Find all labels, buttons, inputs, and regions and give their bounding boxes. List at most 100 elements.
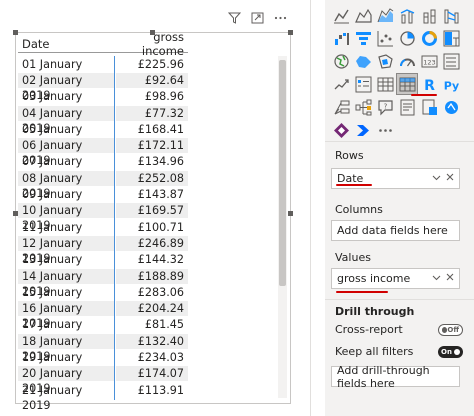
funnel-chart-icon[interactable] bbox=[352, 27, 374, 49]
table-row[interactable]: 20 January 2019 £174.07 bbox=[18, 366, 188, 395]
cross-report-row: Cross-report Off bbox=[335, 323, 463, 336]
treemap-icon[interactable] bbox=[440, 27, 462, 49]
waterfall-chart-icon[interactable] bbox=[330, 27, 352, 49]
table-row[interactable]: 14 January 2019 £188.89 bbox=[18, 268, 188, 298]
donut-chart-icon[interactable] bbox=[418, 27, 440, 49]
cell-gross-income: £113.91 bbox=[137, 383, 184, 397]
cell-gross-income: £172.11 bbox=[116, 138, 188, 154]
cell-gross-income: £174.07 bbox=[116, 366, 188, 382]
table-row[interactable]: 01 January 2019 £225.96 bbox=[18, 56, 188, 86]
cell-gross-income: £225.96 bbox=[137, 57, 184, 71]
cell-gross-income: £168.41 bbox=[137, 122, 184, 136]
line-chart-icon[interactable] bbox=[330, 4, 352, 26]
cell-date: 10 January 2019 bbox=[18, 203, 114, 232]
table-row[interactable]: 08 January 2019 £252.08 bbox=[18, 170, 188, 200]
table-row[interactable]: 04 January 2019 £77.32 bbox=[18, 105, 188, 135]
slicer-icon[interactable] bbox=[352, 73, 374, 95]
qa-icon[interactable]: ? bbox=[374, 96, 396, 118]
table-icon[interactable] bbox=[374, 73, 396, 95]
table-row[interactable]: 06 January 2019 £172.11 bbox=[18, 137, 188, 167]
more-visuals-icon[interactable] bbox=[374, 119, 396, 141]
table-row[interactable]: 15 January 2019 £283.06 bbox=[18, 284, 188, 314]
remove-field-icon[interactable] bbox=[446, 273, 454, 284]
table-row[interactable]: 19 January 2019 £234.03 bbox=[18, 349, 188, 379]
svg-text:Py: Py bbox=[443, 79, 458, 92]
columns-label: Columns bbox=[335, 203, 383, 216]
values-label: Values bbox=[335, 251, 371, 264]
cell-gross-income: £283.06 bbox=[137, 285, 184, 299]
visualization-gallery: 123 R Py? bbox=[330, 4, 462, 141]
cell-date: 04 January 2019 bbox=[18, 105, 114, 135]
table-row[interactable]: 07 January 2019 £134.96 bbox=[18, 154, 188, 183]
filled-map-icon[interactable] bbox=[352, 50, 374, 72]
paginated-report-icon[interactable] bbox=[418, 96, 440, 118]
cell-date: 05 January 2019 bbox=[22, 122, 83, 151]
table-row[interactable]: 21 January 2019 £113.91 bbox=[18, 382, 188, 412]
decomposition-tree-icon[interactable] bbox=[352, 96, 374, 118]
multi-row-card-icon[interactable] bbox=[440, 50, 462, 72]
pie-chart-icon[interactable] bbox=[396, 27, 418, 49]
columns-field-well[interactable]: Add data fields here bbox=[331, 220, 460, 241]
card-icon[interactable]: 123 bbox=[418, 50, 440, 72]
cell-date: 01 January 2019 bbox=[22, 57, 83, 86]
remove-field-icon[interactable] bbox=[446, 173, 454, 184]
matrix-icon[interactable] bbox=[396, 73, 418, 95]
column-divider bbox=[114, 56, 115, 400]
drill-through-label: Drill through bbox=[335, 305, 415, 318]
scatter-chart-icon[interactable] bbox=[374, 27, 396, 49]
filter-icon[interactable] bbox=[227, 11, 242, 25]
table-row[interactable]: 17 January 2019 £81.45 bbox=[18, 317, 188, 346]
line-clustered-column-icon[interactable] bbox=[396, 4, 418, 26]
cell-date: 08 January 2019 bbox=[18, 170, 114, 200]
more-options-icon[interactable] bbox=[273, 11, 288, 25]
scrollbar-thumb[interactable] bbox=[279, 60, 286, 286]
narrative-icon[interactable] bbox=[396, 96, 418, 118]
ribbon-chart-icon[interactable] bbox=[440, 4, 462, 26]
section-divider bbox=[325, 299, 474, 300]
r-visual-icon[interactable]: R bbox=[418, 73, 440, 95]
cell-gross-income: £246.89 bbox=[116, 235, 188, 251]
gauge-icon[interactable] bbox=[396, 50, 418, 72]
arcgis-icon[interactable] bbox=[440, 96, 462, 118]
table-row[interactable]: 09 January 2019 £143.87 bbox=[18, 186, 188, 216]
resize-handle[interactable] bbox=[288, 30, 293, 35]
table-row[interactable]: 13 January 2019 £144.32 bbox=[18, 252, 188, 281]
table-row[interactable]: 05 January 2019 £168.41 bbox=[18, 121, 188, 151]
power-apps-icon[interactable] bbox=[330, 119, 352, 141]
power-automate-icon[interactable] bbox=[352, 119, 374, 141]
drill-through-placeholder: Add drill-through fields here bbox=[337, 363, 430, 390]
shape-map-icon[interactable] bbox=[374, 50, 396, 72]
report-canvas: Date gross income 01 January 2019 £225.96… bbox=[0, 0, 298, 416]
table-row[interactable]: 16 January 2019 £204.24 bbox=[18, 300, 188, 330]
stacked-area-chart-icon[interactable] bbox=[374, 4, 396, 26]
chevron-down-icon[interactable] bbox=[432, 273, 441, 284]
table-row[interactable]: 10 January 2019 £169.57 bbox=[18, 203, 188, 232]
column-header-date[interactable]: Date bbox=[18, 37, 114, 51]
keep-filters-toggle[interactable]: On bbox=[438, 345, 463, 358]
area-chart-icon[interactable] bbox=[352, 4, 374, 26]
kpi-icon[interactable] bbox=[330, 73, 352, 95]
chevron-down-icon[interactable] bbox=[432, 173, 441, 184]
resize-handle[interactable] bbox=[288, 211, 293, 216]
cell-date: 07 January 2019 bbox=[22, 155, 83, 183]
table-row[interactable]: 12 January 2019 £246.89 bbox=[18, 235, 188, 265]
cell-gross-income: £92.64 bbox=[116, 72, 188, 88]
map-icon[interactable] bbox=[330, 50, 352, 72]
column-header-gross-income[interactable]: gross income bbox=[114, 30, 188, 58]
table-row[interactable]: 03 January 2019 £98.96 bbox=[18, 89, 188, 118]
table-row[interactable]: 02 January 2019 £92.64 bbox=[18, 72, 188, 102]
annotation-underline bbox=[411, 94, 437, 96]
cross-report-toggle[interactable]: Off bbox=[438, 323, 463, 336]
python-visual-icon[interactable]: Py bbox=[440, 73, 462, 95]
table-row[interactable]: 11 January 2019 £100.71 bbox=[18, 219, 188, 249]
key-influencers-icon[interactable] bbox=[330, 96, 352, 118]
resize-handle[interactable] bbox=[13, 30, 18, 35]
focus-mode-icon[interactable] bbox=[250, 11, 265, 25]
table-row[interactable]: 18 January 2019 £132.40 bbox=[18, 333, 188, 363]
data-table: Date gross income 01 January 2019 £225.96… bbox=[18, 30, 188, 412]
cell-gross-income: £144.32 bbox=[137, 253, 184, 267]
drill-through-field-well[interactable]: Add drill-through fields here bbox=[331, 363, 460, 390]
values-field-well[interactable]: gross income bbox=[331, 268, 460, 289]
line-stacked-column-icon[interactable] bbox=[418, 4, 440, 26]
cell-gross-income: £77.32 bbox=[116, 105, 188, 121]
